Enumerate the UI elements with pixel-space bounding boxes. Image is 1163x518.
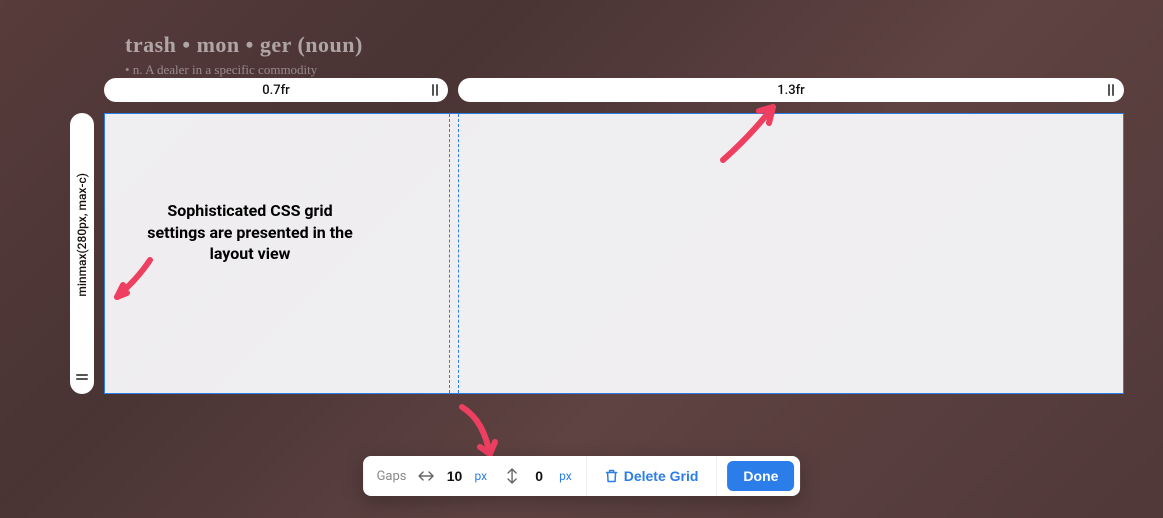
grid-row-size-label: minmax(280px, max-c) [75,173,89,297]
dictionary-definition: • n. A dealer in a specific commodity [125,62,363,78]
gaps-section: Gaps px px [363,456,587,496]
trash-icon [605,469,618,483]
column-gap-group: px [419,468,488,484]
grid-toolbar: Gaps px px Delete Grid Done [363,456,801,496]
done-section: Done [717,456,800,496]
grid-column-size-pill-2[interactable]: 1.3fr [458,78,1124,102]
grid-row-drag-handle-icon[interactable] [76,374,88,380]
row-gap-input[interactable] [525,468,553,484]
grid-column-size-label: 0.7fr [104,83,448,98]
column-gap-unit-select[interactable]: px [475,469,488,483]
grid-column-size-label: 1.3fr [458,83,1124,98]
background-dictionary-text: trash • mon • ger (noun) • n. A dealer i… [125,32,363,78]
dictionary-word: trash • mon • ger (noun) [125,32,363,58]
callout-annotation: Sophisticated CSS grid settings are pres… [145,200,355,265]
horizontal-arrows-icon [419,469,435,483]
grid-column-gap-divider[interactable] [449,114,459,393]
row-gap-group: px [505,468,572,484]
grid-column-headers: 0.7fr 1.3fr [104,78,1124,102]
gaps-label: Gaps [377,469,407,484]
delete-section: Delete Grid [587,456,718,496]
delete-grid-label: Delete Grid [624,468,699,484]
grid-column-size-pill-1[interactable]: 0.7fr [104,78,448,102]
grid-column-drag-handle-icon[interactable] [432,84,438,96]
grid-row-size-pill[interactable]: minmax(280px, max-c) [70,113,94,394]
delete-grid-button[interactable]: Delete Grid [601,468,703,484]
column-gap-input[interactable] [441,468,469,484]
vertical-arrows-icon [505,468,519,484]
done-button[interactable]: Done [727,461,794,491]
row-gap-unit-select[interactable]: px [559,469,572,483]
grid-column-drag-handle-icon[interactable] [1108,84,1114,96]
